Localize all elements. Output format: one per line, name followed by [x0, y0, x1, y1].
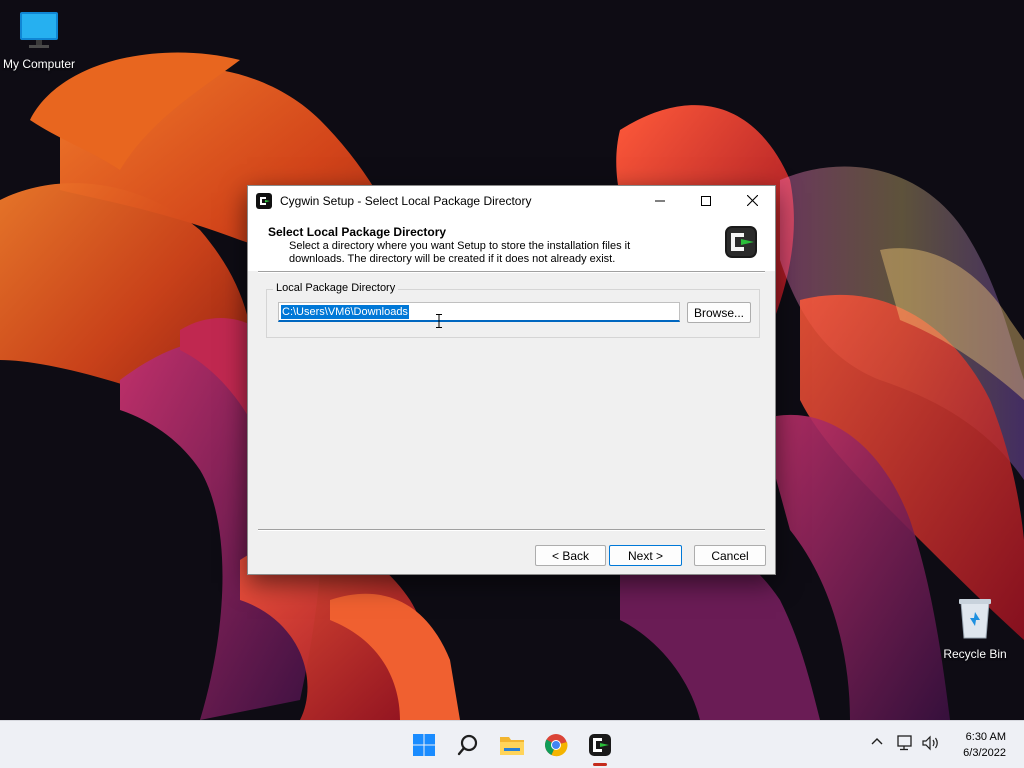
clock-date: 6/3/2022 — [963, 747, 1006, 759]
chevron-up-icon — [871, 738, 883, 745]
maximize-button[interactable] — [683, 186, 729, 215]
footer-separator — [258, 529, 765, 531]
cancel-button[interactable]: Cancel — [694, 545, 766, 566]
group-label: Local Package Directory — [273, 282, 399, 294]
close-icon — [746, 195, 758, 206]
recycle-bin-desktop-icon[interactable]: Recycle Bin — [930, 596, 1020, 661]
monitor-icon — [20, 12, 58, 48]
directory-input[interactable]: C:\Users\VM6\Downloads — [278, 302, 680, 322]
system-clock[interactable]: 6:30 AM 6/3/2022 — [963, 729, 1006, 761]
minimize-button[interactable] — [637, 186, 683, 215]
file-explorer-button[interactable] — [496, 729, 528, 761]
recycle-bin-icon — [959, 599, 991, 639]
cygwin-setup-dialog: Cygwin Setup - Select Local Package Dire… — [247, 185, 776, 575]
network-icon — [897, 735, 912, 751]
next-button[interactable]: Next > — [609, 545, 682, 566]
window-title: Cygwin Setup - Select Local Package Dire… — [280, 193, 532, 208]
local-package-directory-group: Local Package Directory C:\Users\VM6\Dow… — [266, 282, 760, 338]
wizard-header: Select Local Package Directory Select a … — [248, 215, 775, 271]
directory-input-value: C:\Users\VM6\Downloads — [281, 304, 409, 319]
show-hidden-icons-button[interactable] — [870, 735, 884, 754]
chrome-icon — [545, 734, 568, 757]
search-button[interactable] — [452, 729, 484, 761]
network-button[interactable] — [897, 735, 915, 756]
page-title: Select Local Package Directory — [268, 225, 447, 239]
active-app-indicator — [593, 763, 607, 766]
back-button[interactable]: < Back — [535, 545, 606, 566]
taskbar: 6:30 AM 6/3/2022 — [0, 720, 1024, 768]
page-description: Select a directory where you want Setup … — [289, 240, 631, 265]
maximize-icon — [701, 195, 711, 206]
volume-icon — [922, 735, 938, 751]
recycle-bin-label: Recycle Bin — [943, 647, 1007, 661]
volume-button[interactable] — [921, 735, 941, 756]
cygwin-taskbar-button[interactable] — [584, 729, 616, 761]
header-separator — [258, 271, 765, 273]
file-explorer-icon — [500, 737, 524, 755]
cygwin-icon — [256, 192, 272, 209]
my-computer-label: My Computer — [2, 57, 76, 71]
minimize-icon — [655, 200, 665, 201]
clock-time: 6:30 AM — [965, 731, 1006, 743]
title-bar[interactable]: Cygwin Setup - Select Local Package Dire… — [248, 186, 775, 215]
browse-button[interactable]: Browse... — [687, 302, 751, 323]
my-computer-desktop-icon[interactable]: My Computer — [0, 10, 84, 71]
cygwin-icon — [589, 734, 611, 756]
close-button[interactable] — [729, 186, 775, 215]
text-cursor-icon — [436, 314, 442, 328]
start-button[interactable] — [408, 729, 440, 761]
windows-start-icon — [413, 734, 435, 756]
chrome-button[interactable] — [540, 729, 572, 761]
search-icon — [457, 734, 478, 756]
cygwin-logo-icon — [725, 226, 757, 258]
